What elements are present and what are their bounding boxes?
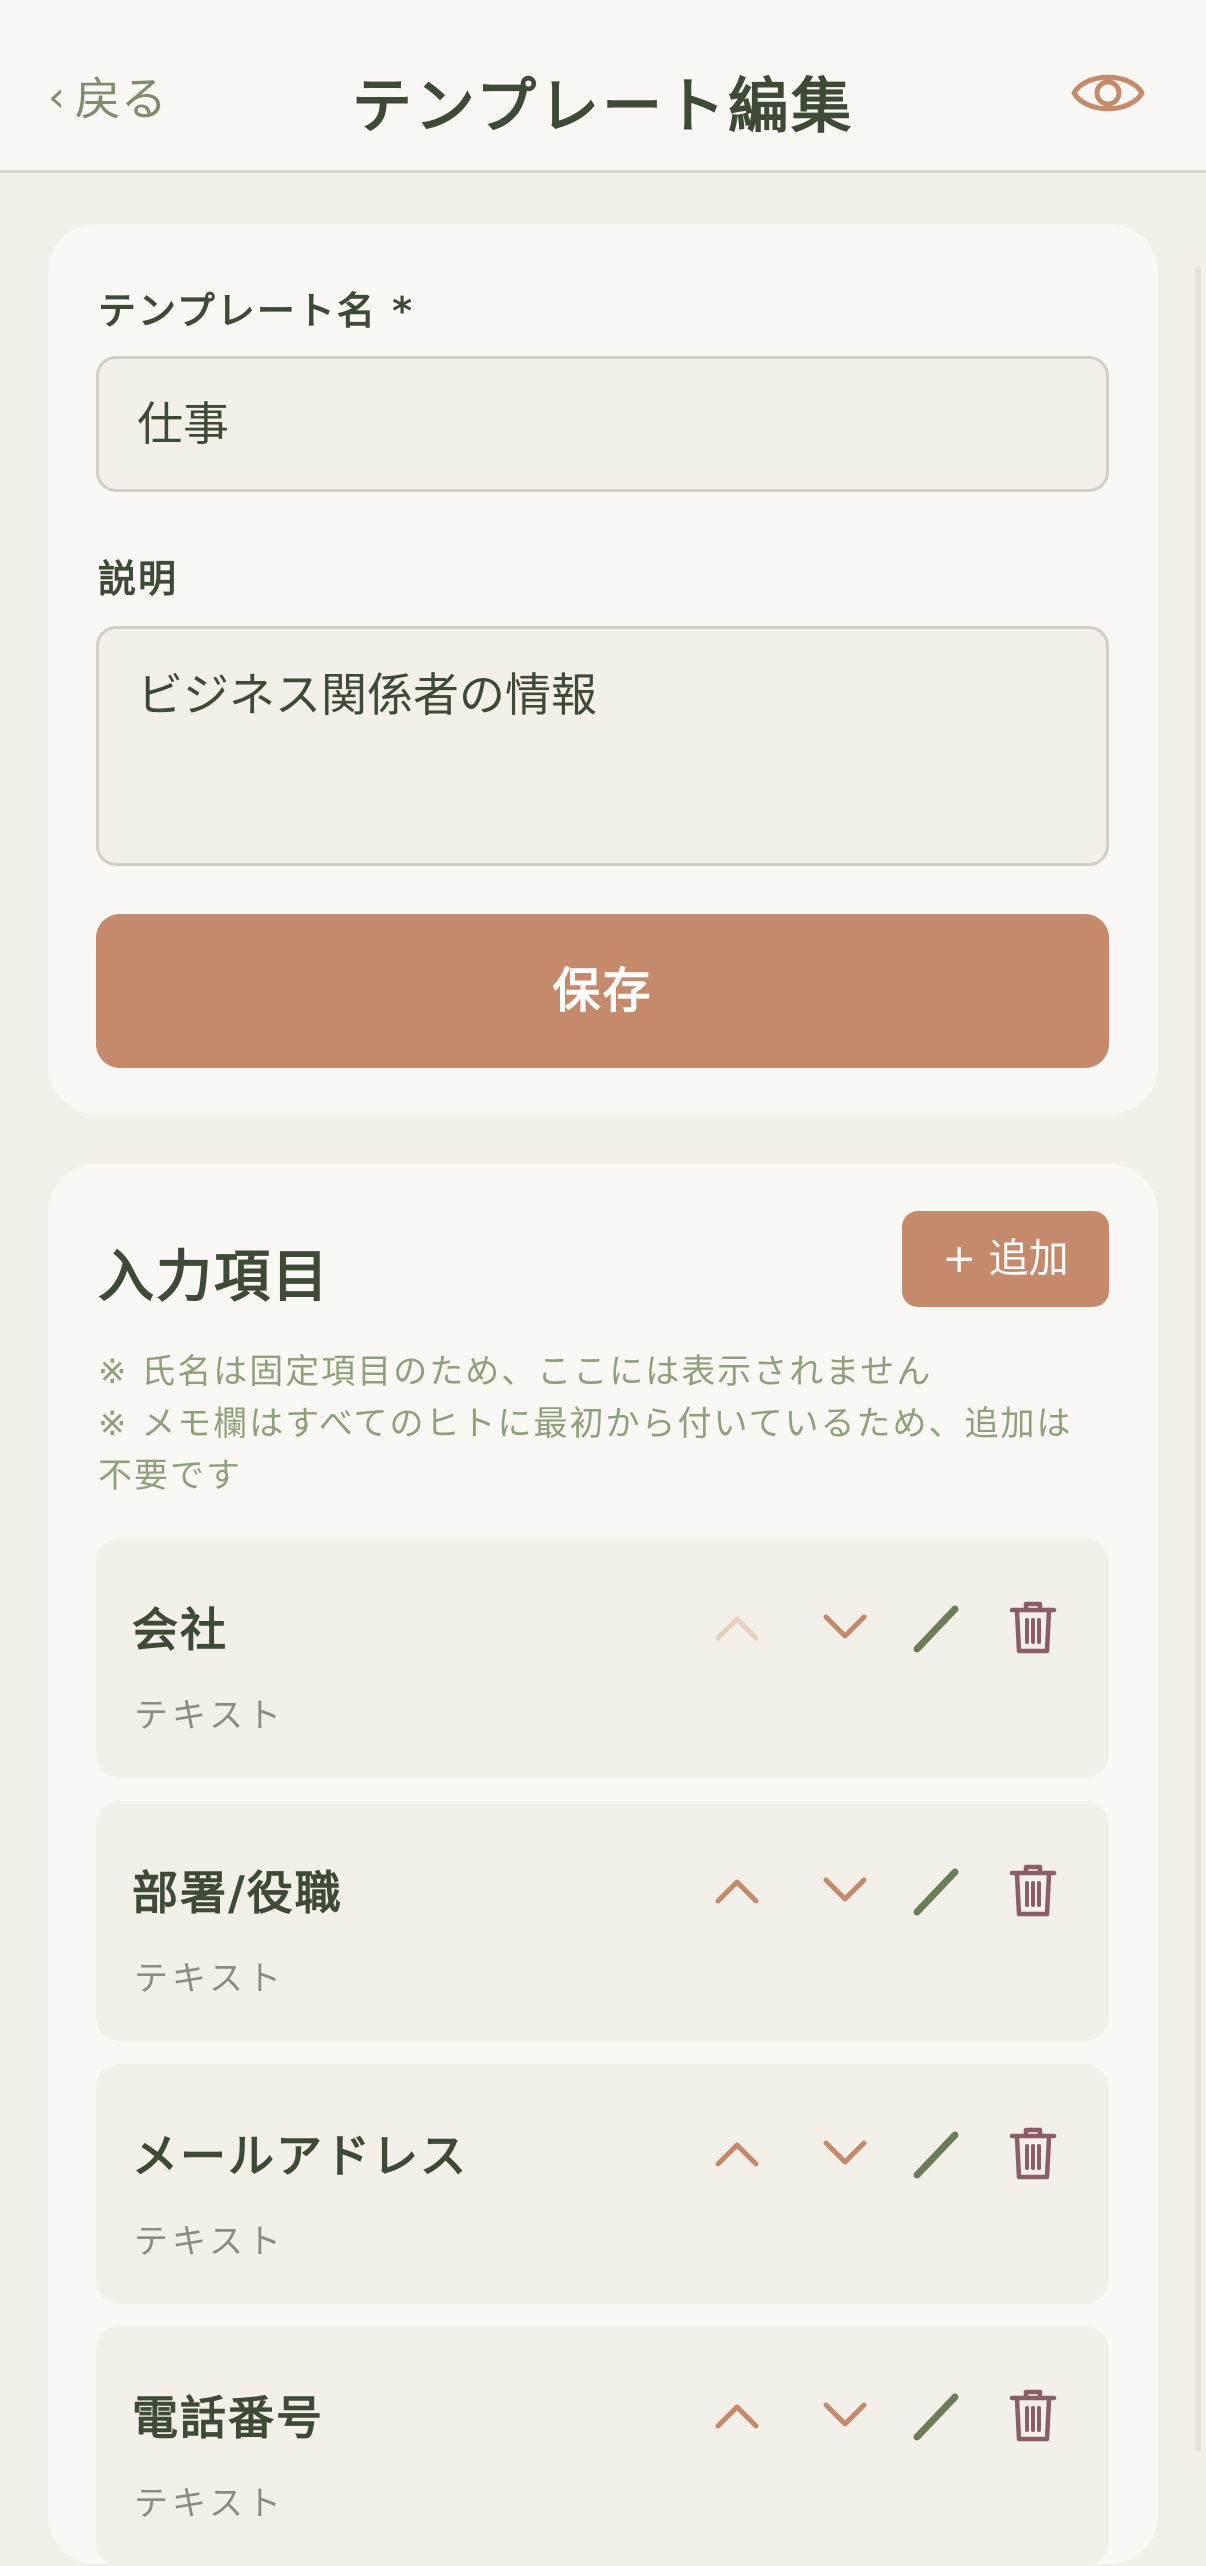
move-up-button[interactable] xyxy=(702,1592,772,1662)
delete-button[interactable] xyxy=(998,1855,1068,1925)
edit-button[interactable] xyxy=(902,2380,972,2450)
trash-icon xyxy=(1009,2127,1057,2180)
field-type: テキスト xyxy=(134,1696,285,1736)
notes: ※ 氏名は固定項目のため、ここには表示されません ※ メモ欄はすべてのヒトに最初… xyxy=(98,1346,1108,1502)
pencil-icon xyxy=(913,1605,959,1653)
edit-button[interactable] xyxy=(902,1592,972,1662)
top-bar: ‹ 戻る テンプレート編集 xyxy=(0,0,1206,173)
field-name: 会社 xyxy=(132,1603,228,1657)
field-row: 会社 テキスト xyxy=(96,1538,1109,1778)
trash-icon xyxy=(1009,2389,1057,2442)
save-button[interactable]: 保存 xyxy=(96,914,1109,1068)
chevron-down-icon xyxy=(823,1877,867,1902)
trash-icon xyxy=(1009,1864,1057,1917)
input-fields-card: 入力項目 + 追加 ※ 氏名は固定項目のため、ここには表示されません ※ メモ欄… xyxy=(48,1164,1158,2566)
field-name: 部署/役職 xyxy=(132,1866,343,1920)
edit-button[interactable] xyxy=(902,2118,972,2188)
delete-button[interactable] xyxy=(998,1592,1068,1662)
field-row: 部署/役職 テキスト xyxy=(96,1801,1109,2041)
chevron-down-icon xyxy=(823,2402,867,2427)
field-type: テキスト xyxy=(134,2222,285,2262)
move-up-button[interactable] xyxy=(702,1855,772,1925)
move-down-button[interactable] xyxy=(810,2118,880,2188)
page-title: テンプレート編集 xyxy=(351,72,855,142)
template-name-input[interactable]: 仕事 xyxy=(96,356,1109,492)
eye-icon xyxy=(1071,74,1145,112)
add-field-button[interactable]: + 追加 xyxy=(902,1211,1109,1307)
note-text: ※ メモ欄はすべてのヒトに最初から付いているため、追加は不要です xyxy=(98,1404,1073,1496)
trash-icon xyxy=(1009,1601,1057,1654)
chevron-up-icon xyxy=(715,2404,759,2429)
chevron-down-icon xyxy=(823,2140,867,2165)
chevron-up-icon xyxy=(715,1879,759,1904)
preview-button[interactable] xyxy=(1070,62,1146,124)
field-name: メールアドレス xyxy=(132,2129,468,2183)
field-name: 電話番号 xyxy=(132,2391,324,2445)
scrollbar[interactable] xyxy=(1195,265,1201,2452)
field-row: メールアドレス テキスト xyxy=(96,2064,1109,2304)
move-down-button[interactable] xyxy=(810,1855,880,1925)
section-title: 入力項目 xyxy=(98,1245,330,1310)
chevron-down-icon xyxy=(823,1614,867,1639)
template-info-card: テンプレート名 * 仕事 説明 ビジネス関係者の情報 保存 xyxy=(48,224,1158,1114)
template-name-label: テンプレート名 * xyxy=(98,289,414,333)
chevron-up-icon xyxy=(715,1616,759,1641)
move-down-button[interactable] xyxy=(810,1592,880,1662)
field-type: テキスト xyxy=(134,2484,285,2524)
chevron-up-icon xyxy=(715,2142,759,2167)
move-up-button[interactable] xyxy=(702,2380,772,2450)
move-up-button[interactable] xyxy=(702,2118,772,2188)
move-down-button[interactable] xyxy=(810,2380,880,2450)
delete-button[interactable] xyxy=(998,2118,1068,2188)
description-label: 説明 xyxy=(98,557,179,601)
pencil-icon xyxy=(913,1868,959,1916)
field-type: テキスト xyxy=(134,1959,285,1999)
field-row: 電話番号 テキスト xyxy=(96,2326,1109,2566)
delete-button[interactable] xyxy=(998,2380,1068,2450)
description-input[interactable]: ビジネス関係者の情報 xyxy=(96,626,1109,866)
note-text: ※ 氏名は固定項目のため、ここには表示されません xyxy=(98,1352,933,1392)
edit-button[interactable] xyxy=(902,1855,972,1925)
pencil-icon xyxy=(913,2393,959,2441)
pencil-icon xyxy=(913,2131,959,2179)
